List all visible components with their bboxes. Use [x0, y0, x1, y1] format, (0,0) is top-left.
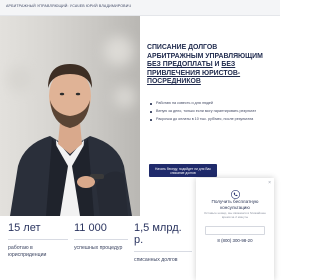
stat-description: успешных процедур — [74, 245, 123, 251]
close-icon[interactable]: × — [268, 180, 271, 186]
stat-number: 15 лет — [8, 222, 41, 234]
stat-debts: 1,5 млрд. р. списанных долгов — [134, 222, 192, 264]
phone-input[interactable] — [205, 226, 265, 235]
stat-number: 1,5 млрд. р. — [134, 222, 182, 246]
stat-procedures: 11 000 успешных процедур — [74, 222, 128, 252]
stat-description: списанных долгов — [134, 257, 178, 263]
headline-part-1: СПИСАНИЕ ДОЛГОВ АРБИТРАЖНЫМ УПРАВЛЯЮЩИМ — [147, 44, 263, 60]
top-bar: АРБИТРАЖНЫЙ УПРАВЛЯЮЩИЙ: УСАЧЕВ ЮРИЙ ВЛА… — [0, 0, 280, 16]
hero-headline: СПИСАНИЕ ДОЛГОВ АРБИТРАЖНЫМ УПРАВЛЯЮЩИМ … — [147, 44, 275, 87]
stat-divider — [74, 239, 128, 240]
benefit-item: Расрочка до оплаты в 10 тыс. руб/мес, по… — [150, 117, 270, 122]
stat-divider — [8, 239, 68, 240]
stat-divider — [134, 251, 192, 252]
lawyer-photo — [0, 16, 140, 216]
benefit-item: Работаю на совесть и для людей — [150, 101, 270, 106]
start-conversation-button[interactable]: Начать беседу, подойдет ли для Вас списа… — [149, 164, 217, 177]
phone-icon — [231, 186, 240, 199]
consultation-popup: × Получить бесплатную консультацию Остав… — [196, 178, 274, 280]
benefits-list: Работаю на совесть и для людей Веную за … — [150, 101, 270, 126]
popup-subtitle: Оставьте номер, мы свяжемся в ближайшее … — [204, 211, 266, 219]
popup-title: Получить бесплатную консультацию — [211, 199, 259, 210]
headline-no-prepay: БЕЗ ПРЕДОПЛАТЫ — [147, 61, 213, 69]
phone-number[interactable]: 8 (800) 300-98-20 — [196, 238, 274, 243]
stat-description: работаю в юрисприденции — [8, 245, 47, 258]
benefit-item: Веную за дело, только если могу гарантир… — [150, 109, 270, 114]
stat-years: 15 лет работаю в юрисприденции — [8, 222, 68, 258]
stat-number: 11 000 — [74, 222, 107, 234]
site-title: АРБИТРАЖНЫЙ УПРАВЛЯЮЩИЙ: УСАЧЕВ ЮРИЙ ВЛА… — [6, 4, 132, 8]
